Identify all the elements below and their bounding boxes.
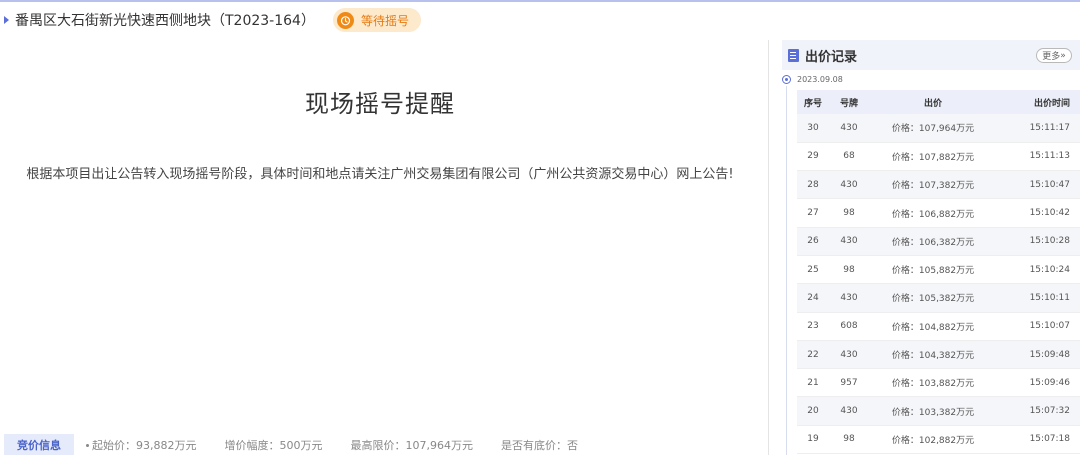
panel-header: 出价记录 更多» (782, 40, 1080, 70)
cell-time: 15:11:13 (997, 142, 1080, 172)
cell-price: 价格：103,882万元 (869, 368, 997, 398)
more-button[interactable]: 更多» (1036, 48, 1072, 63)
cell-seq: 22 (797, 340, 829, 370)
table-row: 23 608 价格：104,882万元 15:10:07 (797, 312, 1080, 341)
document-icon (788, 48, 799, 62)
cell-plate: 98 (829, 198, 869, 228)
cell-price: 价格：106,882万元 (869, 198, 997, 228)
panel-title: 出价记录 (805, 49, 858, 65)
divider (768, 40, 769, 455)
column-header-seq: 序号 (797, 90, 829, 114)
max-price: 最高限价：107,964万元 (350, 438, 474, 452)
cell-plate: 430 (829, 170, 869, 200)
bid-table: 序号 号牌 出价 出价时间 30 430 价格：107,964万元 15:11:… (797, 90, 1080, 455)
cell-plate: 68 (829, 142, 869, 172)
cell-price: 价格：104,382万元 (869, 340, 997, 370)
status-badge: 等待摇号 (332, 8, 421, 32)
table-row: 25 98 价格：105,882万元 15:10:24 (797, 255, 1080, 285)
cell-seq: 29 (797, 142, 829, 172)
status-label: 等待摇号 (360, 13, 409, 28)
page-title: 现场摇号提醒 (305, 90, 455, 118)
cell-plate: 608 (829, 312, 869, 341)
cell-plate: 98 (829, 425, 869, 455)
top-border (0, 0, 1080, 2)
cell-time: 15:10:07 (997, 312, 1080, 341)
column-header-time: 出价时间 (997, 90, 1080, 114)
date-label: 2023.09.08 (797, 75, 843, 84)
cell-seq: 30 (797, 114, 829, 143)
cell-plate: 430 (829, 340, 869, 370)
cell-price: 价格：102,882万元 (869, 425, 997, 455)
cell-plate: 430 (829, 283, 869, 313)
increment: 增价幅度：500万元 (224, 438, 323, 452)
cell-plate: 430 (829, 227, 869, 256)
cell-price: 价格：103,382万元 (869, 396, 997, 426)
cell-time: 15:07:18 (997, 425, 1080, 455)
table-row: 21 957 价格：103,882万元 15:09:46 (797, 368, 1080, 398)
table-row: 28 430 价格：107,382万元 15:10:47 (797, 170, 1080, 200)
cell-price: 价格：107,882万元 (869, 142, 997, 172)
cell-time: 15:09:48 (997, 340, 1080, 370)
cell-price: 价格：104,882万元 (869, 312, 997, 341)
cell-seq: 24 (797, 283, 829, 313)
start-price-text: 起始价：93,882万元 (92, 438, 197, 452)
caret-right-icon (4, 16, 9, 24)
bid-info-bar: 竞价信息 起始价：93,882万元 增价幅度：500万元 最高限价：107,96… (0, 434, 606, 455)
reserve-price: 是否有底价：否 (501, 438, 578, 452)
table-row: 26 430 价格：106,382万元 15:10:28 (797, 227, 1080, 256)
table-row: 24 430 价格：105,382万元 15:10:11 (797, 283, 1080, 313)
table-row: 29 68 价格：107,882万元 15:11:13 (797, 142, 1080, 172)
cell-seq: 19 (797, 425, 829, 455)
cell-seq: 23 (797, 312, 829, 341)
cell-price: 价格：106,382万元 (869, 227, 997, 256)
table-row: 20 430 价格：103,382万元 15:07:32 (797, 396, 1080, 426)
cell-plate: 430 (829, 114, 869, 143)
notice-text: 根据本项目出让公告转入现场摇号阶段，具体时间和地点请关注广州交易集团有限公司（广… (26, 167, 734, 182)
start-price: 起始价：93,882万元 (86, 437, 197, 453)
cell-time: 15:10:11 (997, 283, 1080, 313)
cell-plate: 98 (829, 255, 869, 285)
timeline-dot-icon (782, 75, 791, 84)
table-row: 22 430 价格：104,382万元 15:09:48 (797, 340, 1080, 370)
cell-time: 15:07:32 (997, 396, 1080, 426)
table-row: 27 98 价格：106,882万元 15:10:42 (797, 198, 1080, 228)
cell-time: 15:11:17 (997, 114, 1080, 143)
column-header-plate: 号牌 (829, 90, 869, 114)
cell-seq: 20 (797, 396, 829, 426)
page-header: 番禺区大石街新光快速西侧地块（T2023-164） 等待摇号 (0, 7, 421, 33)
cell-time: 15:10:24 (997, 255, 1080, 285)
more-label: 更多 (1042, 52, 1061, 62)
cell-seq: 27 (797, 198, 829, 228)
bullet-icon (86, 444, 89, 447)
cell-price: 价格：105,882万元 (869, 255, 997, 285)
cell-plate: 430 (829, 396, 869, 426)
cell-price: 价格：107,964万元 (869, 114, 997, 143)
timeline-line (786, 86, 787, 455)
cell-seq: 28 (797, 170, 829, 200)
project-title: 番禺区大石街新光快速西侧地块（T2023-164） (15, 13, 315, 29)
cell-plate: 957 (829, 368, 869, 398)
cell-price: 价格：107,382万元 (869, 170, 997, 200)
table-header-row: 序号 号牌 出价 出价时间 (797, 90, 1080, 114)
cell-seq: 25 (797, 255, 829, 285)
cell-seq: 21 (797, 368, 829, 398)
cell-seq: 26 (797, 227, 829, 256)
tab-bid-info[interactable]: 竞价信息 (4, 434, 74, 455)
cell-price: 价格：105,382万元 (869, 283, 997, 313)
cell-time: 15:10:47 (997, 170, 1080, 200)
table-row: 19 98 价格：102,882万元 15:07:18 (797, 425, 1080, 455)
cell-time: 15:09:46 (997, 368, 1080, 398)
alarm-clock-icon (336, 11, 354, 29)
cell-time: 15:10:42 (997, 198, 1080, 228)
bid-record-panel: 出价记录 更多» 2023.09.08 序号 号牌 出价 出价时间 30 430… (782, 40, 1080, 455)
column-header-price: 出价 (869, 90, 997, 114)
cell-time: 15:10:28 (997, 227, 1080, 256)
table-row: 30 430 价格：107,964万元 15:11:17 (797, 114, 1080, 143)
